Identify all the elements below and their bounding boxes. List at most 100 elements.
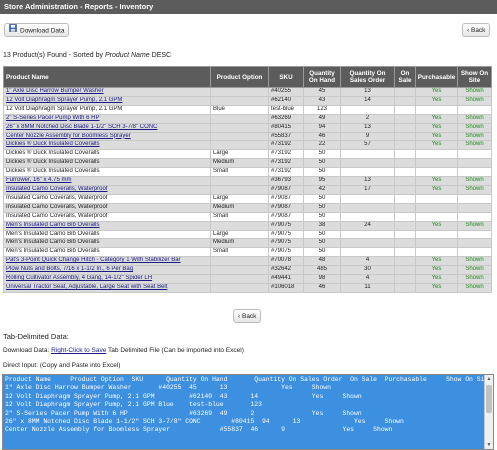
purchasable-cell: Yes — [415, 87, 458, 97]
inventory-table: Product Name Product Option SKU Quantity… — [3, 66, 492, 293]
scroll-down-icon[interactable]: ▼ — [485, 441, 493, 449]
product-name-cell[interactable]: Universal Tractor Seat, Adjustable, Larg… — [3, 282, 211, 293]
on-sale-cell — [394, 113, 416, 124]
quantity-on-sales-order-cell: 14 — [340, 95, 395, 106]
textarea-line: Center Nozzle Assembly for Boomless Spra… — [5, 426, 393, 434]
col-header-product-option[interactable]: Product Option — [210, 66, 269, 88]
inventory-table-body: 1" Axle Disc Harrow Bumper Washer #40255 4… — [3, 87, 492, 293]
back-label: Back — [470, 27, 486, 34]
table-row: Insulated Camo Coveralls, Waterproof #790… — [3, 184, 492, 195]
product-option-cell — [210, 220, 269, 231]
show-on-site-cell: Shown — [457, 122, 492, 133]
show-on-site-cell — [457, 238, 492, 249]
table-row: Insulated Camo Coveralls, Waterproof Medi… — [3, 202, 492, 213]
product-name-cell[interactable]: 12 Volt Diaphragm Sprayer Pump, 2.1 GPM — [3, 95, 211, 106]
sku-cell: #79075 — [268, 229, 304, 240]
product-option-cell — [210, 256, 269, 267]
textarea-scrollbar[interactable]: ▲ ▼ — [484, 375, 493, 449]
col-header-quantity-on-sales-order[interactable]: Quantity On Sales Order — [340, 66, 395, 88]
sku-cell: #73192 — [268, 158, 304, 169]
show-on-site-cell: Shown — [457, 274, 492, 284]
quantity-on-hand-cell: 50 — [303, 211, 341, 222]
quantity-on-sales-order-cell: 9 — [340, 131, 395, 142]
purchasable-cell — [415, 149, 458, 160]
show-on-site-cell — [457, 104, 492, 115]
product-option-cell — [210, 140, 269, 151]
download-data-text: Download Data: — [3, 347, 52, 354]
tab-delimited-content[interactable]: Product Name Product Option SKU Quantity… — [3, 375, 484, 449]
quantity-on-sales-order-cell: 2 — [340, 113, 395, 124]
product-name-cell[interactable]: Rolling Cultivator Assembly, 4 Gang, 14-… — [3, 274, 211, 284]
download-data-line: Download Data: Right-Click to Save Tab D… — [3, 347, 244, 354]
table-row: Men's Insulated Camo Bib Overalls Large #7… — [3, 229, 492, 240]
table-row: Men's Insulated Camo Bib Overalls #79075 3… — [3, 220, 492, 231]
purchasable-cell: Yes — [415, 274, 458, 284]
purchasable-cell: Yes — [415, 282, 458, 293]
product-name-cell[interactable]: Insulated Camo Coveralls, Waterproof — [3, 184, 211, 195]
show-on-site-cell: Shown — [457, 282, 492, 293]
product-name-cell: Dickies ® Duck Insulated Coveralls — [3, 149, 211, 160]
product-option-cell — [210, 184, 269, 195]
purchasable-cell: Yes — [415, 113, 458, 124]
purchasable-cell: Yes — [415, 95, 458, 106]
on-sale-cell — [394, 229, 416, 240]
on-sale-cell — [394, 274, 416, 284]
table-row: Dickies ® Duck Insulated Coveralls #73192… — [3, 140, 492, 151]
purchasable-cell: Yes — [415, 131, 458, 142]
product-name-cell[interactable]: Center Nozzle Assembly for Boomless Spra… — [3, 131, 211, 142]
product-name-cell: Men's Insulated Camo Bib Overalls — [3, 238, 211, 249]
product-name-cell[interactable]: Pat's 3-Point Quick Change Hitch - Categ… — [3, 256, 211, 267]
back-button-bottom[interactable]: ‹ Back — [233, 309, 262, 323]
table-row: Plow Nuts and Bolts, 7/16 x 1-1/2 In., 6… — [3, 265, 492, 276]
purchasable-cell — [415, 202, 458, 213]
sku-cell: #80415 — [268, 122, 304, 133]
product-name-cell: 12 Volt Diaphragm Sprayer Pump, 2.1 GPM — [3, 104, 211, 115]
col-header-product-name[interactable]: Product Name — [3, 66, 211, 88]
product-name-cell[interactable]: Furrower, 16" x 4.75 mm — [3, 176, 211, 186]
product-name-cell[interactable]: Plow Nuts and Bolts, 7/16 x 1-1/2 In., 6… — [3, 265, 211, 276]
table-row: 12 Volt Diaphragm Sprayer Pump, 2.1 GPM #… — [3, 95, 492, 106]
col-header-on-sale[interactable]: On Sale — [394, 66, 416, 88]
product-option-cell — [210, 131, 269, 142]
purchasable-cell — [415, 229, 458, 240]
download-data-suffix: Tab Delimited File (Can be imported into… — [106, 347, 244, 354]
product-name-cell[interactable]: 1" Axle Disc Harrow Bumper Washer — [3, 87, 211, 97]
on-sale-cell — [394, 193, 416, 204]
right-click-save-link[interactable]: Right-Click to Save — [51, 347, 106, 354]
scroll-thumb[interactable] — [486, 385, 492, 413]
table-row: 1" Axle Disc Harrow Bumper Washer #40255 4… — [3, 87, 492, 97]
product-name-cell[interactable]: Men's Insulated Camo Bib Overalls — [3, 220, 211, 231]
back-button-top[interactable]: ‹ Back — [462, 23, 491, 37]
purchasable-cell: Yes — [415, 184, 458, 195]
col-header-sku[interactable]: SKU — [268, 66, 304, 88]
textarea-line: 12 Volt Diaphragm Sprayer Pump, 2.1 GPM … — [5, 392, 362, 400]
quantity-on-hand-cell: 50 — [303, 238, 341, 249]
purchasable-cell — [415, 193, 458, 204]
purchasable-cell: Yes — [415, 265, 458, 276]
quantity-on-hand-cell: 42 — [303, 184, 341, 195]
on-sale-cell — [394, 158, 416, 169]
results-summary: 13 Product(s) Found - Sorted by Product … — [3, 52, 171, 59]
download-data-button[interactable]: Download Data — [4, 23, 70, 37]
product-name-cell[interactable]: Dickies ® Duck Insulated Coveralls — [3, 140, 211, 151]
product-option-cell — [210, 95, 269, 106]
show-on-site-cell: Shown — [457, 220, 492, 231]
quantity-on-sales-order-cell: 24 — [340, 220, 395, 231]
quantity-on-sales-order-cell: 13 — [340, 176, 395, 186]
product-option-cell: Blue — [210, 104, 269, 115]
purchasable-cell: Yes — [415, 140, 458, 151]
product-name-cell[interactable]: 2" S-Series Pacer Pump With 6 HP — [3, 113, 211, 124]
quantity-on-sales-order-cell — [340, 211, 395, 222]
col-header-show-on-site[interactable]: Show On Site — [457, 66, 492, 88]
product-option-cell — [210, 113, 269, 124]
show-on-site-cell: Shown — [457, 176, 492, 186]
col-header-quantity-on-hand[interactable]: Quantity On Hand — [303, 66, 341, 88]
quantity-on-hand-cell: 49 — [303, 113, 341, 124]
product-option-cell: Large — [210, 193, 269, 204]
summary-prefix: 13 Product(s) Found - Sorted by — [3, 52, 105, 59]
quantity-on-hand-cell: 50 — [303, 167, 341, 178]
tab-delimited-textarea[interactable]: Product Name Product Option SKU Quantity… — [2, 374, 494, 450]
col-header-purchasable[interactable]: Purchasable — [415, 66, 458, 88]
scroll-up-icon[interactable]: ▲ — [485, 375, 493, 383]
product-name-cell[interactable]: 26" x 8MM Notched Disc Blade 1-1/2" SCH … — [3, 122, 211, 133]
